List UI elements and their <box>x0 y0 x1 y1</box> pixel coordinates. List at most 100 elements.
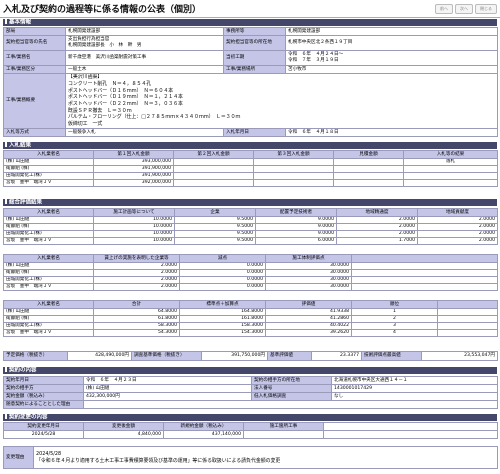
bid-result <box>403 179 498 187</box>
bidder-name: 宮坂 豊中 端湾ＪＶ <box>3 237 94 245</box>
eval-score: 30.0000 <box>265 269 352 277</box>
bidder-name: 田城開発化工(株) <box>3 172 94 180</box>
eval-score: 10.0000 <box>93 216 175 224</box>
change-reason-cell: 2024/5/28 「令和６年４月より適用する土木工事工事費積算要領及び基準の運… <box>33 446 498 469</box>
contractor-address-label: 契約の相手方の所在地 <box>251 376 332 385</box>
bid-method-label: 入札等方式 <box>3 128 66 137</box>
bid-estimate <box>333 158 404 166</box>
change-header-amount: 変更後金額 <box>83 422 164 431</box>
officer-address-label: 契約担当官等の所在地 <box>223 35 286 51</box>
prev-button[interactable]: 前へ <box>435 3 453 14</box>
bidder-name: 宮坂 豊中 端湾ＪＶ <box>3 283 94 291</box>
eval3-header-blank <box>437 300 498 309</box>
nav-buttons: 前へ 次へ 閉じる <box>435 3 497 14</box>
eval-score: 1.7000 <box>336 237 418 245</box>
contract-change-table: 契約変更年月日 変更後金額 新規約金額（税込み） 施工箇所工事 2024/5/2… <box>3 422 498 439</box>
eval3-header-standard-plus: 標準点＋加算点 <box>179 300 266 309</box>
base-eval-value: 23.3377 <box>311 351 362 361</box>
empty-cell <box>351 276 498 284</box>
change-header-new-amount: 新規約金額（税込み） <box>163 422 244 431</box>
eval-total: 54.3000 <box>93 329 180 337</box>
bid-amount-1: 392,000,000 <box>93 179 174 187</box>
eval-score: 2.0000 <box>336 216 418 224</box>
bid-amount-1: 391,900,000 <box>93 165 174 173</box>
table-row: 2024/5/28 4,840,000 437,140,000 <box>3 430 498 439</box>
bidder-name: 衛藤組 (株) <box>3 315 94 323</box>
private-contract-reason-label: 随意契約によることとした理由 <box>3 400 84 409</box>
bid-header-round3: 第３回入札金額 <box>253 150 334 159</box>
max-tech-value: 23,553,047円 <box>421 351 498 361</box>
eval3-header-evaluation: 評価値 <box>265 300 352 309</box>
basic-info-table: 部局 札幌開発建設部 事務所等 札幌開発建設部 契約担当官等の氏名 支出負担行為… <box>3 27 498 137</box>
corporate-number-label: 法人番号 <box>251 384 332 393</box>
table-row: 衛藤組 (株) 10.0000 9.5000 9.0000 2.0000 2.0… <box>3 223 498 231</box>
eval2-header-deduction: 減点 <box>179 254 266 263</box>
table-row: 衛藤組 (株) 2.0000 0.0000 30.0000 <box>3 269 498 277</box>
table-row: 宮坂 豊中 端湾ＪＶ 2.0000 0.0000 30.0000 <box>3 283 498 291</box>
eval-score: 9.5000 <box>174 223 256 231</box>
eval-score: 9.5000 <box>174 230 256 238</box>
section-basic-info: 基本情報 <box>3 19 497 26</box>
empty-cell <box>323 430 498 439</box>
bid-date-value: 令和 ６年 ４月１８日 <box>285 128 498 137</box>
contract-date-value: 令和 ６年 ４月２３日 <box>83 376 252 385</box>
category-label: 工事/業務区分 <box>3 65 66 74</box>
eval-score: 30.0000 <box>265 276 352 284</box>
empty-cell <box>437 322 498 330</box>
next-button[interactable]: 次へ <box>455 3 473 14</box>
close-button[interactable]: 閉じる <box>475 3 497 14</box>
eval-score: 2.0000 <box>93 283 180 291</box>
eval-score: 2.0000 <box>417 223 498 231</box>
eval-score: 2.0000 <box>417 237 498 245</box>
bidder-name: 衛藤組 (株) <box>3 223 94 231</box>
eval-total: 61.8000 <box>93 315 180 323</box>
bid-amount-2 <box>173 179 254 187</box>
eval1-header-plan: 施工計画等について <box>93 208 175 217</box>
empty-cell <box>351 283 498 291</box>
eval-standard-plus: 158.3000 <box>179 322 266 330</box>
dept-value: 札幌開発建設部 <box>65 27 224 36</box>
section-bid-results: 入札結果 <box>3 142 497 149</box>
bid-amount-3 <box>253 179 334 187</box>
empty-cell <box>437 315 498 323</box>
eval-score: 2.0000 <box>417 230 498 238</box>
location-value: 苫小牧市 <box>285 65 498 74</box>
eval-rank: 4 <box>351 329 438 337</box>
eval-score: 9.5000 <box>174 216 256 224</box>
evaluation-table-3: 入札業者名 合計 標準点＋加算点 評価値 順位 (株) 山田組 64.8000 … <box>3 300 498 337</box>
table-row: (株) 山田組 10.0000 9.5000 9.0000 2.0000 2.0… <box>3 216 498 224</box>
eval2-header-bidder: 入札業者名 <box>3 254 94 263</box>
eval-score: 10.0000 <box>93 230 175 238</box>
empty-cell <box>351 269 498 277</box>
bidder-name: (株) 山田組 <box>3 308 94 316</box>
eval-score: 2.0000 <box>93 262 180 270</box>
eval-total: 58.3000 <box>93 322 180 330</box>
dept-label: 部局 <box>3 27 66 36</box>
low-bid-survey-value: なし <box>331 392 498 401</box>
bidder-name: (株) 山田組 <box>3 158 94 166</box>
table-row: 田城開発化工(株) 2.0000 0.0000 30.0000 <box>3 276 498 284</box>
bidder-name: 田城開発化工(株) <box>3 322 94 330</box>
bid-amount-3 <box>253 158 334 166</box>
max-tech-label: 技術評価点最高値 <box>361 351 422 361</box>
table-row: 衛藤組 (株) 61.8000 161.8000 41.2860 2 <box>3 315 498 323</box>
eval1-header-company: 企業 <box>174 208 256 217</box>
eval-standard-plus: 161.8000 <box>179 315 266 323</box>
bid-amount-1: 391,900,000 <box>93 172 174 180</box>
contract-amount-label: 契約金額（税込み） <box>3 392 84 401</box>
bid-estimate <box>333 165 404 173</box>
eval1-header-bidder: 入札業者名 <box>3 208 94 217</box>
header-bar: 入札及び契約の過程等に係る情報の公表（個別） 前へ 次へ 閉じる <box>0 0 500 18</box>
officer-address-value: 札幌市中央区北２条西１９丁目 <box>285 35 498 51</box>
change-new-amount: 437,140,000 <box>163 430 244 439</box>
table-row: 田城開発化工(株) 58.3000 158.3000 40.4022 3 <box>3 322 498 330</box>
contractor-value: (株) 山田組 <box>83 384 252 393</box>
table-row: 宮坂 豊中 端湾ＪＶ 392,000,000 <box>3 179 498 187</box>
section-contract: 契約の内容 <box>3 367 497 374</box>
section-evaluation: 総合評価結果 <box>3 199 497 206</box>
bid-results-table: 入札業者名 第１回入札金額 第２回入札金額 第３回入札金額 見積金額 入札等の結… <box>3 150 498 187</box>
empty-cell <box>437 329 498 337</box>
eval1-header-local-contribution: 地域貢献度 <box>417 208 498 217</box>
eval3-header-total: 合計 <box>93 300 180 309</box>
table-row: 田城開発化工(株) 10.0000 9.5000 9.0000 2.0000 2… <box>3 230 498 238</box>
